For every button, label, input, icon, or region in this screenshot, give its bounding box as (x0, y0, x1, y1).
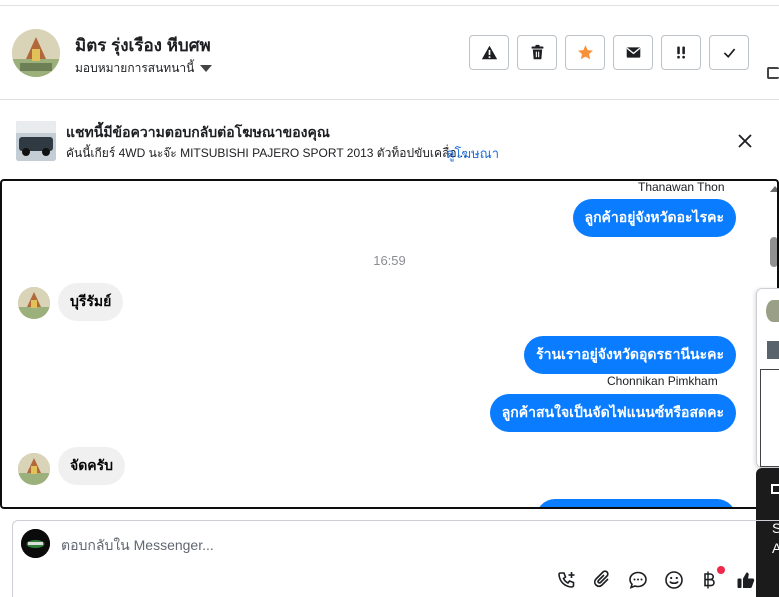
call-icon (558, 572, 575, 588)
banner-title: แชทนี้มีข้อความตอบกลับต่อโฆษณาของคุณ (66, 124, 330, 140)
scrollbar-thumb[interactable] (770, 237, 777, 267)
message-sender: Chonnikan Pimkham (607, 374, 718, 388)
check-icon (723, 48, 735, 59)
notification-dot (717, 566, 725, 574)
side-overlay-panel[interactable] (756, 288, 779, 468)
call-button[interactable] (556, 569, 578, 591)
close-icon (738, 134, 752, 148)
star-button[interactable] (565, 35, 605, 70)
saved-reply-button[interactable] (627, 569, 649, 591)
outgoing-message[interactable]: ร้านเราอยู่จังหวัดอุดรธานีนะคะ (524, 336, 736, 374)
mark-unread-button[interactable] (613, 35, 653, 70)
attach-button[interactable] (592, 569, 614, 591)
contact-avatar[interactable] (12, 29, 60, 77)
outgoing-message-partial[interactable] (536, 499, 736, 507)
reply-input[interactable] (61, 535, 661, 555)
overlay-avatar (766, 300, 779, 322)
ad-description: คันนี้เกียร์ 4WD นะจ๊ะ MITSUBISHI PAJERO… (66, 146, 467, 160)
thumbs-up-icon (737, 572, 755, 588)
contact-avatar-small (18, 453, 50, 485)
emoji-button[interactable] (663, 569, 685, 591)
scroll-up-arrow-icon[interactable] (770, 186, 777, 192)
warning-icon (481, 45, 497, 60)
message-timestamp: 16:59 (373, 253, 406, 268)
calendar-icon (771, 484, 779, 494)
delete-button[interactable] (517, 35, 557, 70)
conversation-actions (469, 35, 749, 70)
follow-up-button[interactable] (661, 35, 701, 70)
spam-button[interactable] (469, 35, 509, 70)
panel-toggle-icon[interactable] (767, 67, 779, 79)
message-thread[interactable]: Thanawan Thon ลูกค้าอยู่จังหวัดอะไรคะ 16… (0, 179, 779, 509)
incoming-message[interactable]: บุรีรัมย์ (58, 283, 124, 321)
mark-done-button[interactable] (709, 35, 749, 70)
emoji-icon (665, 571, 683, 589)
incoming-message[interactable]: จัดครับ (58, 447, 126, 485)
assign-conversation-dropdown[interactable]: มอบหมายการสนทนานี้ (75, 59, 213, 78)
message-sender: Thanawan Thon (638, 180, 725, 194)
conversation-header: มิตร รุ่งเรือง หีบศพ มอบหมายการสนทนานี้ (0, 6, 779, 100)
close-banner-button[interactable] (735, 131, 755, 151)
exclamation-icon (676, 46, 685, 59)
attachment-icon (593, 570, 609, 588)
star-icon (577, 45, 593, 60)
contact-name[interactable]: มิตร รุ่งเรือง หีบศพ (75, 32, 211, 59)
baht-payment-icon (704, 571, 715, 589)
overlay-text-box[interactable] (760, 369, 779, 467)
caret-down-icon (200, 65, 213, 72)
overlay-thumbnail (767, 341, 779, 359)
view-ad-link[interactable]: ดูโฆษณา (446, 143, 499, 164)
like-button[interactable] (735, 569, 757, 591)
trash-icon (531, 44, 543, 60)
outgoing-message[interactable]: ลูกค้าอยู่จังหวัดอะไรคะ (572, 199, 736, 237)
ad-reply-banner: แชทนี้มีข้อความตอบกลับต่อโฆษณาของคุณ คัน… (0, 101, 779, 177)
reply-composer (12, 520, 779, 597)
page-avatar (21, 529, 50, 558)
outgoing-message[interactable]: ลูกค้าสนใจเป็นจัดไฟแนนซ์หรือสดคะ (489, 394, 736, 432)
contact-avatar-small (18, 287, 50, 319)
saved-reply-icon (629, 571, 647, 589)
envelope-icon (626, 47, 640, 58)
ad-thumbnail (16, 121, 56, 161)
assign-label: มอบหมายการสนทนานี้ (75, 61, 195, 75)
